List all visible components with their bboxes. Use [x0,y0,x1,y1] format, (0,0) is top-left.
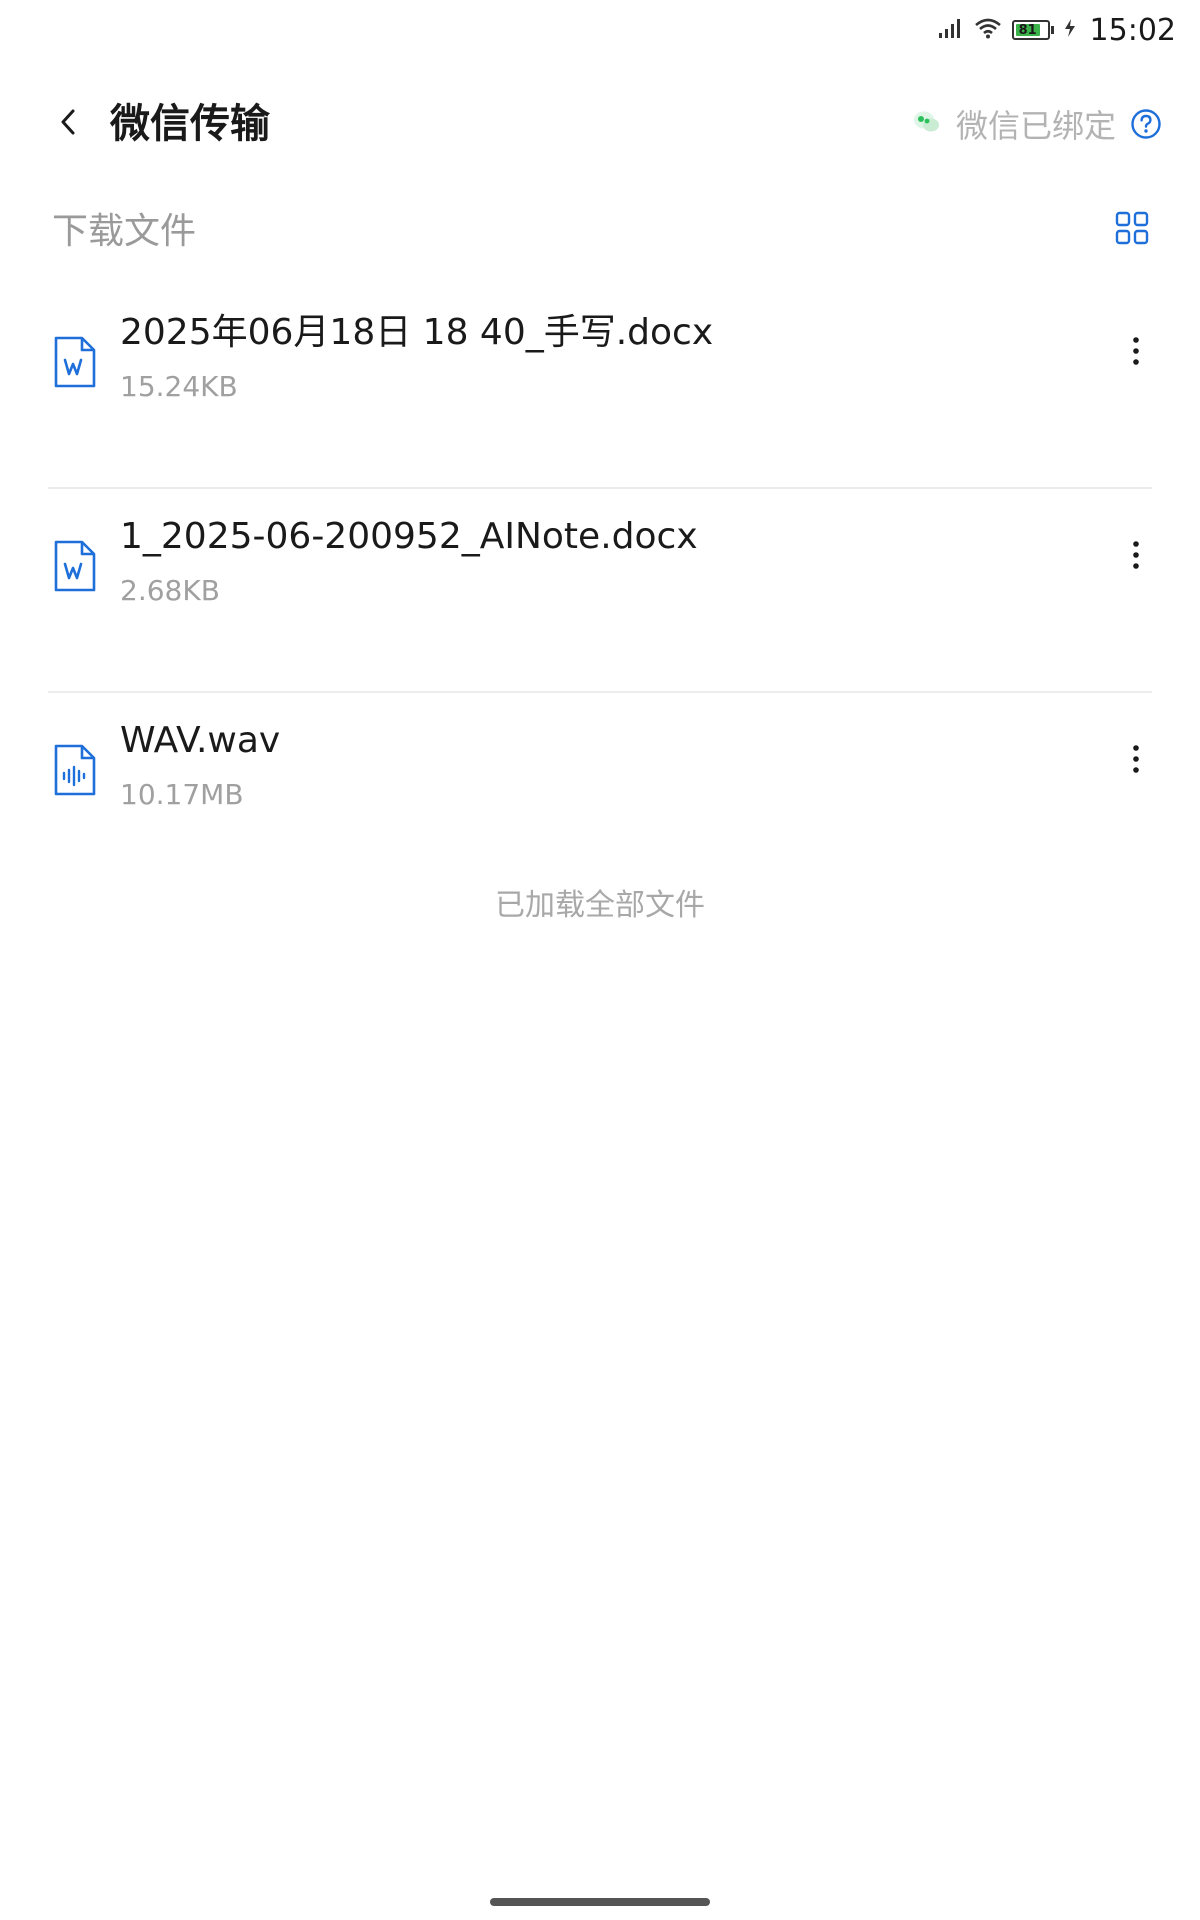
section-title: 下载文件 [52,211,197,252]
file-list: 2025年06月18日 18 40_手写.docx 15.24KB 1_2025… [0,285,1200,897]
back-button[interactable] [44,100,92,148]
battery-level: 81 [1015,24,1040,37]
wechat-icon [912,108,942,140]
wechat-bind-status: 微信已绑定 [912,104,1162,145]
file-size: 10.17MB [120,778,244,811]
more-vertical-icon [1132,540,1140,574]
more-vertical-icon [1132,744,1140,778]
status-bar: 81 15:02 [0,0,1200,60]
status-icons: 81 15:02 [938,12,1176,48]
file-name: WAV.wav [120,720,281,761]
grid-view-button[interactable] [1110,208,1154,252]
more-vertical-icon [1132,336,1140,370]
battery-body: 81 [1011,20,1050,40]
file-list-item[interactable]: 1_2025-06-200952_AINote.docx 2.68KB [0,489,1200,693]
help-icon[interactable] [1130,108,1162,140]
bind-status-text: 微信已绑定 [955,107,1116,145]
word-document-icon [52,335,98,389]
word-document-icon [52,539,98,593]
battery-icon: 81 [1011,20,1054,40]
file-size: 2.68KB [120,574,220,607]
battery-tip [1050,26,1054,34]
header: 微信传输 微信已绑定 [0,80,1200,168]
loaded-all-message: 已加载全部文件 [495,888,705,923]
back-arrow-icon [58,107,78,141]
file-name: 1_2025-06-200952_AINote.docx [120,516,698,557]
more-options-button[interactable] [1116,329,1156,377]
charging-icon [1064,18,1076,42]
wifi-icon [974,17,1002,43]
file-list-item[interactable]: WAV.wav 10.17MB [0,693,1200,897]
page-title: 微信传输 [110,101,270,147]
status-time: 15:02 [1089,12,1176,48]
file-size: 15.24KB [120,370,238,403]
audio-file-icon [52,743,98,797]
home-indicator[interactable] [490,1898,710,1906]
more-options-button[interactable] [1116,737,1156,785]
file-name: 2025年06月18日 18 40_手写.docx [120,312,714,353]
signal-icon [938,17,964,43]
file-list-item[interactable]: 2025年06月18日 18 40_手写.docx 15.24KB [0,285,1200,489]
more-options-button[interactable] [1116,533,1156,581]
grid-view-icon [1115,211,1149,249]
section-header: 下载文件 [0,200,1200,264]
